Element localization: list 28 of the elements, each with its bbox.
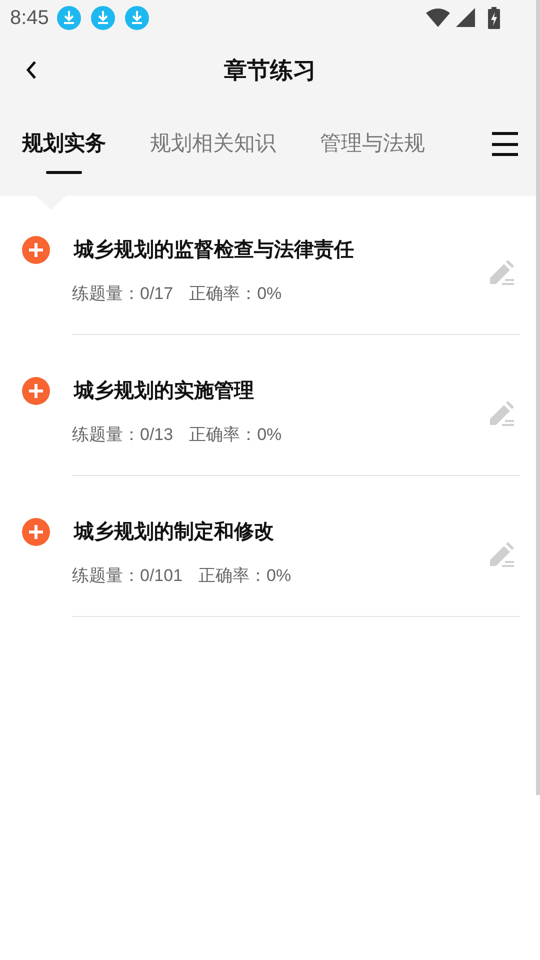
download-icon bbox=[90, 6, 115, 30]
plus-icon[interactable] bbox=[22, 518, 50, 546]
tab[interactable]: 规划相关知识 bbox=[150, 128, 276, 174]
question-count: 练题量：0/101 bbox=[72, 565, 183, 588]
download-icon bbox=[124, 6, 149, 30]
pencil-icon[interactable] bbox=[488, 260, 514, 286]
accuracy-rate: 正确率：0% bbox=[189, 283, 282, 306]
chapter-title[interactable]: 城乡规划的监督检查与法律责任 bbox=[74, 235, 354, 265]
plus-icon[interactable] bbox=[22, 236, 50, 264]
page-title: 章节练习 bbox=[224, 56, 316, 85]
pencil-icon[interactable] bbox=[488, 542, 514, 568]
back-icon bbox=[26, 60, 38, 80]
menu-button[interactable] bbox=[492, 132, 518, 156]
status-time: 8:45 bbox=[10, 6, 49, 31]
accuracy-rate: 正确率：0% bbox=[189, 424, 282, 446]
accuracy-rate: 正确率：0% bbox=[198, 565, 292, 588]
question-count: 练题量：0/13 bbox=[72, 424, 174, 446]
chapter-title[interactable]: 城乡规划的实施管理 bbox=[74, 376, 254, 406]
tab[interactable]: 管理与法规 bbox=[320, 128, 425, 174]
download-icon bbox=[56, 6, 81, 30]
question-count: 练题量：0/17 bbox=[72, 283, 174, 306]
wifi-icon bbox=[426, 8, 450, 28]
battery-icon bbox=[488, 7, 500, 29]
pencil-icon[interactable] bbox=[488, 401, 514, 427]
chapter-title[interactable]: 城乡规划的制定和修改 bbox=[74, 517, 274, 547]
plus-icon[interactable] bbox=[22, 377, 50, 405]
tab[interactable]: 规划实务 bbox=[22, 128, 106, 174]
signal-icon bbox=[456, 8, 476, 28]
